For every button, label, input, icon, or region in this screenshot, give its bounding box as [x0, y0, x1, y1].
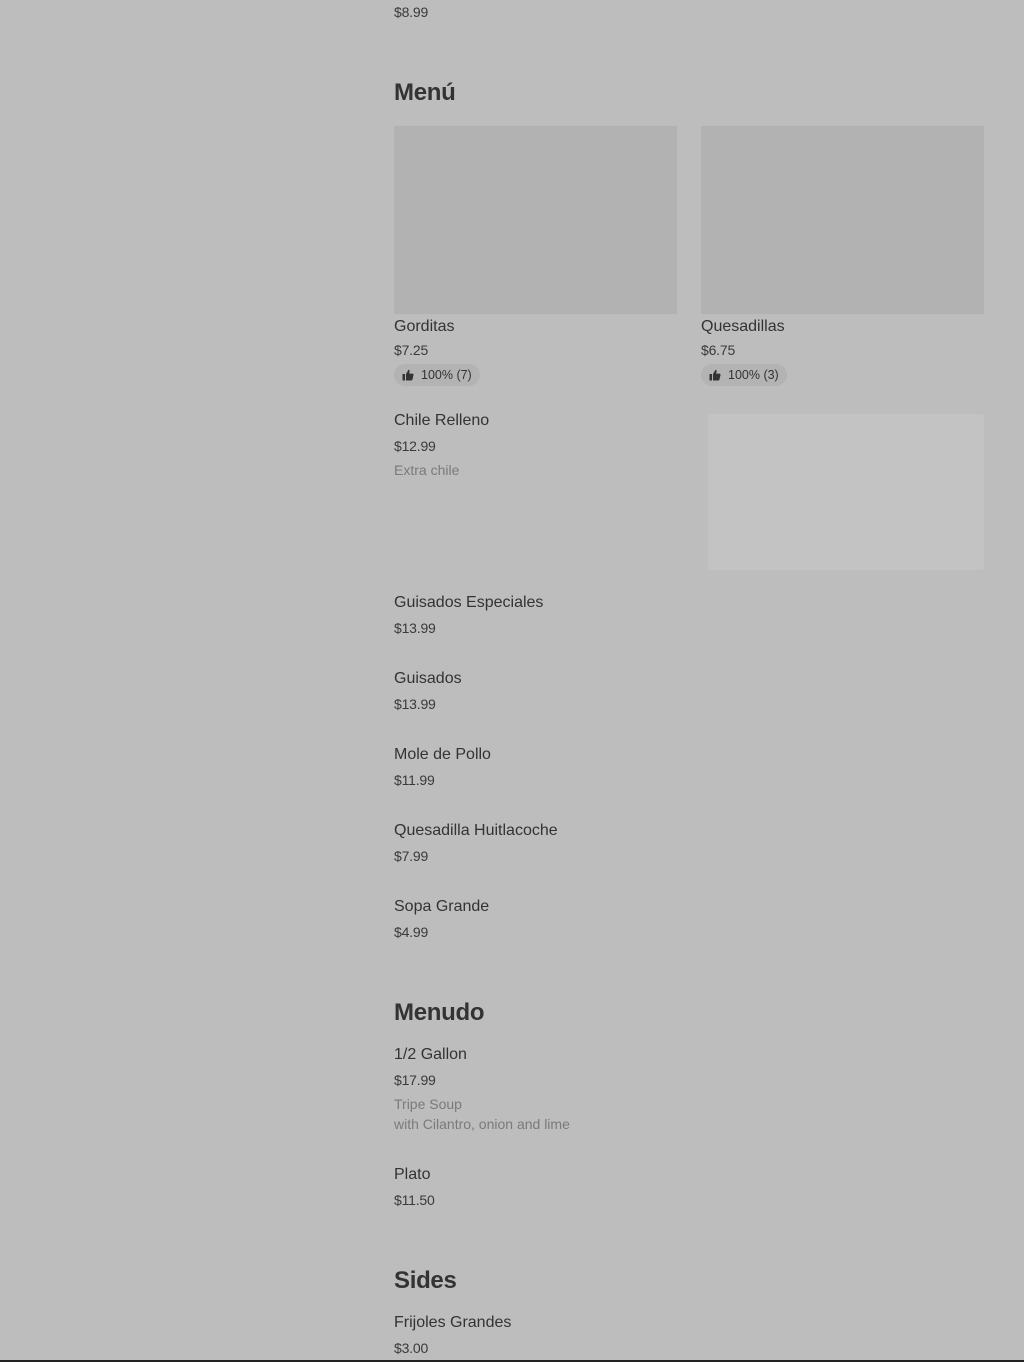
item-price: $7.99 — [394, 848, 429, 864]
thumbs-up-icon — [402, 369, 414, 381]
section-title-menudo: Menudo — [394, 999, 485, 1026]
menu-item[interactable]: Guisados Especiales $13.99 — [394, 592, 984, 642]
item-price: $6.75 — [701, 342, 736, 358]
item-price: $7.25 — [394, 342, 429, 358]
item-name: 1/2 Gallon — [394, 1046, 467, 1063]
menu-item[interactable]: Guisados $13.99 — [394, 668, 984, 718]
item-price: $13.99 — [394, 620, 436, 636]
rating-text: 100% (3) — [728, 368, 779, 382]
item-image[interactable] — [394, 126, 677, 314]
item-name: Sopa Grande — [394, 898, 490, 915]
item-description: with Cilantro, onion and lime — [394, 1116, 570, 1132]
section-title-menu: Menú — [394, 79, 456, 106]
item-price: $3.00 — [394, 1340, 429, 1356]
item-name: Mole de Pollo — [394, 746, 491, 763]
item-description: Tripe Soup — [394, 1096, 462, 1112]
item-price: $13.99 — [394, 696, 436, 712]
item-name: Quesadilla Huitlacoche — [394, 822, 558, 839]
item-name: Guisados Especiales — [394, 594, 544, 611]
rating-text: 100% (7) — [421, 368, 472, 382]
item-image[interactable] — [701, 126, 984, 314]
item-name: Frijoles Grandes — [394, 1314, 512, 1331]
item-price: $11.50 — [394, 1192, 435, 1208]
item-name: Plato — [394, 1166, 431, 1183]
item-name: Gorditas — [394, 318, 455, 335]
menu-item[interactable]: 1/2 Gallon $17.99 Tripe Soup with Cilant… — [394, 1044, 984, 1136]
menu-item[interactable]: Sopa Grande $4.99 — [394, 896, 984, 946]
item-price: $17.99 — [394, 1072, 436, 1088]
item-image[interactable] — [708, 414, 984, 570]
item-name: Chile Relleno — [394, 412, 490, 429]
item-name: Quesadillas — [701, 318, 785, 335]
menu-item[interactable]: Chile Relleno $12.99 Extra chile — [394, 410, 984, 570]
thumbs-up-icon — [709, 369, 721, 381]
rating-badge: 100% (3) — [701, 364, 787, 386]
item-price: $12.99 — [394, 438, 436, 454]
item-price: $4.99 — [394, 924, 429, 940]
featured-item-card[interactable]: Quesadillas $6.75 100% (3) — [701, 126, 984, 388]
item-description: Extra chile — [394, 462, 460, 478]
section-title-sides: Sides — [394, 1267, 457, 1294]
menu-item[interactable]: Quesadilla Huitlacoche $7.99 — [394, 820, 984, 870]
rating-badge: 100% (7) — [394, 364, 480, 386]
menu-item[interactable]: Mole de Pollo $11.99 — [394, 744, 984, 794]
item-price: $11.99 — [394, 772, 435, 788]
item-price: $8.99 — [394, 4, 429, 20]
featured-item-card[interactable]: Gorditas $7.25 100% (7) — [394, 126, 677, 388]
menu-item[interactable]: Frijoles Grandes $3.00 — [394, 1312, 984, 1360]
item-name: Guisados — [394, 670, 462, 687]
menu-item[interactable]: Plato $11.50 — [394, 1164, 984, 1214]
